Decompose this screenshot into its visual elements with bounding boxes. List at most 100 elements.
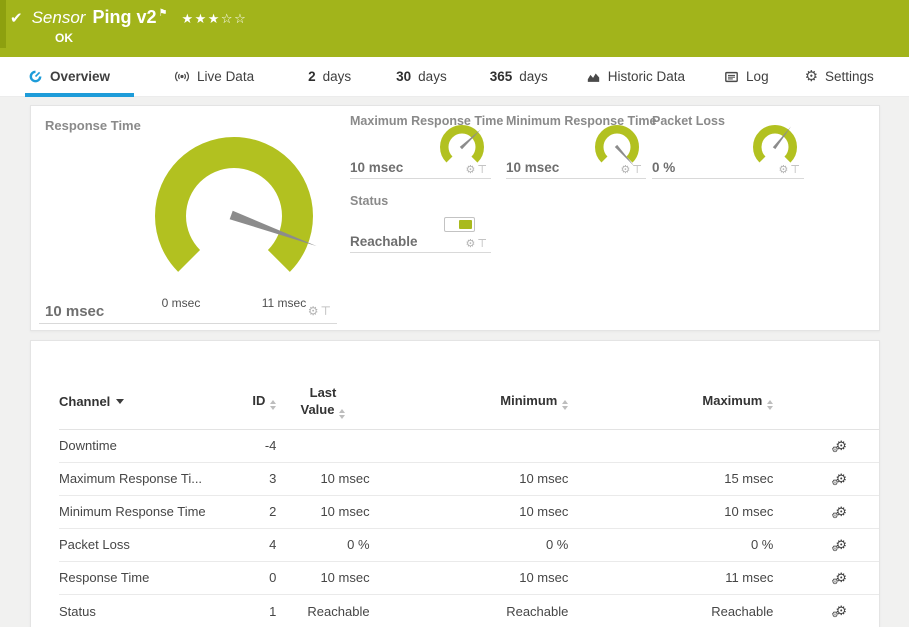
status-toggle-indicator: [444, 217, 475, 232]
channel-minimum: 10 msec: [370, 462, 569, 495]
gear-icon: ⚙: [831, 610, 838, 619]
channel-pin-icon[interactable]: ⊤: [790, 164, 802, 176]
column-header-maximum[interactable]: Maximum: [568, 385, 773, 429]
channel-last-value: Reachable: [276, 594, 369, 627]
channels-panel: Channel ID Last Value Minimum Maximum: [30, 340, 880, 627]
gauge-block-status: Status Reachable ⚙⊤: [350, 192, 491, 253]
tab-settings-label: Settings: [825, 69, 874, 84]
tab-log[interactable]: Log: [724, 57, 769, 97]
sensor-overview-page: ✔ Sensor Ping v2 ⚑ ★★★☆☆ OK Overview: [0, 0, 909, 627]
table-row-maximum-response-time: Maximum Response Ti... 3 10 msec 10 msec…: [59, 462, 879, 495]
column-label: Last: [310, 385, 337, 400]
gauge-value: 0 %: [652, 160, 675, 175]
sort-icon: [767, 400, 773, 410]
settings-gear-icon: ⚙: [805, 69, 818, 84]
channel-settings-icon[interactable]: ⚙⚙: [835, 471, 847, 487]
channel-minimum: 10 msec: [370, 495, 569, 528]
log-list-icon: [724, 70, 739, 84]
gauge-block-minimum-response-time: Minimum Response Time 10 msec ⚙⊤: [506, 112, 646, 179]
sensor-header: ✔ Sensor Ping v2 ⚑ ★★★☆☆ OK: [0, 0, 909, 57]
channel-last-value: 10 msec: [276, 462, 369, 495]
packet-loss-gauge: [746, 121, 804, 169]
channel-gear-icon[interactable]: ⚙: [466, 164, 478, 176]
channel-settings-icon[interactable]: ⚙⚙: [835, 570, 847, 586]
table-row-packet-loss: Packet Loss 4 0 % 0 % 0 % ⚙⚙: [59, 528, 879, 561]
tab-30-days[interactable]: 30 days: [396, 57, 447, 97]
minimum-response-time-gauge: [588, 121, 646, 169]
column-label: ID: [252, 393, 265, 408]
table-header-row: Channel ID Last Value Minimum Maximum: [59, 385, 879, 429]
gauge-value: 10 msec: [45, 303, 104, 320]
tab-live-data[interactable]: Live Data: [174, 57, 254, 97]
tab-2-days[interactable]: 2 days: [308, 57, 351, 97]
column-header-channel[interactable]: Channel: [59, 385, 243, 429]
channel-id: 3: [243, 462, 276, 495]
table-row-minimum-response-time: Minimum Response Time 2 10 msec 10 msec …: [59, 495, 879, 528]
maximum-response-time-gauge: [433, 121, 491, 169]
channel-gear-icon[interactable]: ⚙: [779, 164, 791, 176]
tab-overview-label: Overview: [50, 69, 110, 84]
sort-desc-icon: [116, 399, 124, 404]
column-label: Value: [301, 402, 335, 417]
priority-flag-icon[interactable]: ⚑: [158, 8, 167, 19]
tab-log-label: Log: [746, 69, 769, 84]
channel-pin-icon[interactable]: ⊤: [321, 304, 333, 318]
priority-stars[interactable]: ★★★☆☆: [181, 11, 247, 27]
channel-settings-icon[interactable]: ⚙⚙: [835, 537, 847, 553]
tab-30-days-number: 30: [396, 69, 411, 84]
broadcast-icon: [174, 69, 190, 84]
column-label: Channel: [59, 394, 110, 409]
gauge-icon: [28, 69, 43, 84]
channel-id: 2: [243, 495, 276, 528]
tab-2-days-number: 2: [308, 69, 316, 84]
channel-minimum: Reachable: [370, 594, 569, 627]
gauge-value: 10 msec: [506, 160, 559, 175]
tab-historic-data-label: Historic Data: [608, 69, 685, 84]
column-label: Minimum: [500, 393, 557, 408]
channel-maximum: [568, 429, 773, 462]
gear-icon: ⚙: [831, 445, 838, 454]
tab-overview[interactable]: Overview: [28, 57, 134, 97]
column-header-minimum[interactable]: Minimum: [370, 385, 569, 429]
channel-pin-icon[interactable]: ⊤: [632, 164, 644, 176]
channel-id: -4: [243, 429, 276, 462]
channel-settings-icon[interactable]: ⚙⚙: [835, 603, 847, 619]
column-header-id[interactable]: ID: [243, 385, 276, 429]
gauge-scale-min: 0 msec: [146, 296, 216, 310]
channel-pin-icon[interactable]: ⊤: [477, 238, 489, 250]
channel-last-value: 0 %: [276, 528, 369, 561]
gauges-panel: Response Time 0 msec 11 msec 10 msec ⚙⊤ …: [30, 105, 880, 331]
gauge-label: Status: [350, 194, 388, 208]
tab-30-days-label: days: [418, 69, 447, 84]
channel-maximum: 0 %: [568, 528, 773, 561]
tab-365-days[interactable]: 365 days: [490, 57, 548, 97]
channel-name: Minimum Response Time: [59, 495, 243, 528]
gauge-label: Packet Loss: [652, 114, 725, 128]
channel-name: Downtime: [59, 429, 243, 462]
channel-id: 1: [243, 594, 276, 627]
column-header-last-value[interactable]: Last Value: [276, 385, 369, 429]
sort-icon: [270, 400, 276, 410]
channel-gear-icon[interactable]: ⚙: [466, 238, 478, 250]
channel-id: 4: [243, 528, 276, 561]
channel-settings-icon[interactable]: ⚙⚙: [835, 438, 847, 454]
channel-pin-icon[interactable]: ⊤: [477, 164, 489, 176]
status-toggle-knob: [459, 220, 472, 229]
channel-maximum: 15 msec: [568, 462, 773, 495]
column-header-actions: [773, 385, 879, 429]
object-type-label: Sensor: [32, 8, 86, 28]
gauge-value: 10 msec: [350, 160, 403, 175]
channel-gear-icon[interactable]: ⚙: [308, 304, 321, 318]
channel-settings-icon[interactable]: ⚙⚙: [835, 504, 847, 520]
gear-icon: ⚙: [831, 478, 838, 487]
tab-365-days-number: 365: [490, 69, 513, 84]
table-row-status: Status 1 Reachable Reachable Reachable ⚙…: [59, 594, 879, 627]
area-chart-icon: [586, 70, 601, 84]
tab-live-data-label: Live Data: [197, 69, 254, 84]
tab-historic-data[interactable]: Historic Data: [586, 57, 685, 97]
channel-gear-icon[interactable]: ⚙: [621, 164, 633, 176]
tab-settings[interactable]: ⚙ Settings: [805, 57, 874, 97]
channel-last-value: 10 msec: [276, 495, 369, 528]
channel-last-value: 10 msec: [276, 561, 369, 594]
channel-name: Response Time: [59, 561, 243, 594]
